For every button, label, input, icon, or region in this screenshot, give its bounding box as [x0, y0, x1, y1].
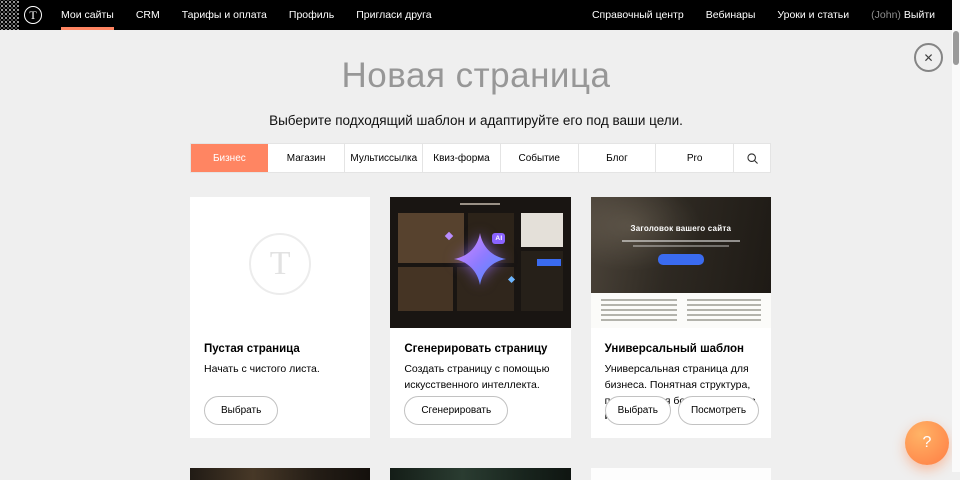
tab-shop[interactable]: Магазин [268, 144, 346, 172]
card-actions: Выбрать [204, 396, 278, 425]
logout-button[interactable]: (John)Выйти [860, 0, 946, 30]
thumbnail-hero-section: Заголовок вашего сайта [591, 197, 771, 293]
tab-business[interactable]: Бизнес [191, 144, 268, 172]
select-universal-button[interactable]: Выбрать [605, 396, 671, 425]
template-card-partial[interactable] [390, 468, 570, 480]
generate-button[interactable]: Сгенерировать [404, 396, 508, 425]
user-name: (John) [871, 9, 901, 21]
tab-multilink[interactable]: Мультиссылка [345, 144, 423, 172]
tilda-logo[interactable]: T [24, 6, 42, 24]
page-title: Новая страница [0, 56, 952, 96]
tab-event[interactable]: Событие [501, 144, 579, 172]
tab-search[interactable] [734, 144, 770, 172]
tilda-pattern-decoration [0, 0, 19, 30]
help-button[interactable]: ? [905, 421, 949, 465]
question-mark-label: ? [923, 434, 932, 452]
generate-template-thumbnail[interactable]: AI [390, 197, 570, 328]
search-icon [746, 152, 759, 165]
ai-badge: AI [492, 233, 505, 244]
tilda-watermark-letter: T [270, 245, 291, 283]
card-title: Пустая страница [204, 343, 356, 355]
nav-tariffs-payment[interactable]: Тарифы и оплата [171, 0, 278, 30]
scrollbar[interactable] [952, 0, 960, 472]
thumbnail-text-section [591, 293, 771, 328]
secondary-nav: Справочный центр Вебинары Уроки и статьи… [581, 0, 952, 30]
tilda-logo-letter: T [29, 8, 36, 23]
tab-blog[interactable]: Блог [579, 144, 657, 172]
scrollbar-thumb[interactable] [953, 31, 959, 65]
sparkle-accent-icon [508, 276, 515, 283]
select-blank-button[interactable]: Выбрать [204, 396, 278, 425]
thumbnail-hero-heading: Заголовок вашего сайта [591, 197, 771, 233]
card-universal-template: Заголовок вашего сайта Универсальный шаб… [591, 197, 771, 438]
logout-label: Выйти [904, 9, 935, 21]
thumbnail-cta-button [658, 254, 704, 265]
card-title: Универсальный шаблон [605, 343, 757, 355]
blank-template-thumbnail[interactable]: T [190, 197, 370, 328]
nav-webinars[interactable]: Вебинары [695, 0, 767, 30]
tilda-watermark-icon: T [249, 233, 311, 295]
card-description: Создать страницу с помощью искусственног… [404, 362, 556, 394]
template-grid-next-row [190, 468, 771, 480]
page-subtitle: Выберите подходящий шаблон и адаптируйте… [0, 113, 952, 128]
card-actions: Сгенерировать [404, 396, 508, 425]
template-card-partial[interactable] [591, 468, 771, 480]
nav-lessons-articles[interactable]: Уроки и статьи [766, 0, 860, 30]
tab-quiz-form[interactable]: Квиз-форма [423, 144, 501, 172]
card-body: Сгенерировать страницу Создать страницу … [390, 328, 570, 394]
universal-template-thumbnail[interactable]: Заголовок вашего сайта [591, 197, 771, 328]
nav-profile[interactable]: Профиль [278, 0, 345, 30]
card-actions: Выбрать Посмотреть [605, 396, 759, 425]
nav-invite-friend[interactable]: Пригласи друга [345, 0, 442, 30]
template-grid: T Пустая страница Начать с чистого листа… [190, 197, 771, 438]
nav-my-sites[interactable]: Мои сайты [50, 0, 125, 30]
nav-crm[interactable]: CRM [125, 0, 171, 30]
tab-pro[interactable]: Pro [656, 144, 734, 172]
sparkle-accent-icon [445, 232, 453, 240]
preview-universal-button[interactable]: Посмотреть [678, 396, 759, 425]
card-generate-page: AI Сгенерировать страницу Создать страни… [390, 197, 570, 438]
card-blank-page: T Пустая страница Начать с чистого листа… [190, 197, 370, 438]
card-body: Пустая страница Начать с чистого листа. [190, 328, 370, 378]
topbar: T Мои сайты CRM Тарифы и оплата Профиль … [0, 0, 952, 30]
template-category-tabs: Бизнес Магазин Мультиссылка Квиз-форма С… [190, 143, 771, 173]
nav-help-center[interactable]: Справочный центр [581, 0, 695, 30]
card-title: Сгенерировать страницу [404, 343, 556, 355]
template-card-partial[interactable] [190, 468, 370, 480]
main-nav: Мои сайты CRM Тарифы и оплата Профиль Пр… [50, 0, 443, 30]
card-description: Начать с чистого листа. [204, 362, 356, 378]
